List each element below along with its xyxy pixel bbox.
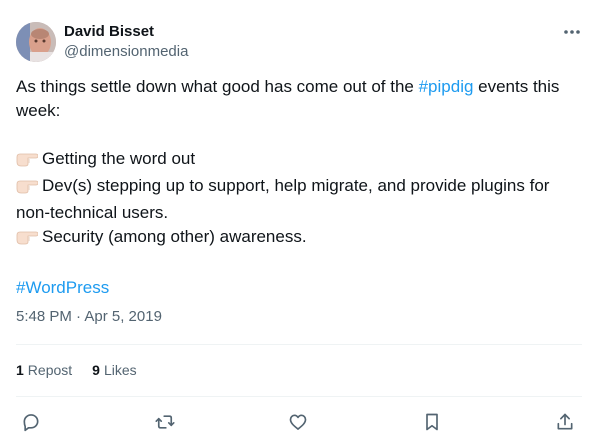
pointing-hand-icon	[16, 177, 39, 201]
bullet-item: Getting the word out	[16, 147, 582, 174]
tweet-text: As things settle down what good has come…	[16, 75, 582, 300]
engagement-stats: 1 Repost 9 Likes	[16, 360, 157, 380]
reply-icon[interactable]	[18, 409, 44, 435]
bullet-text: Getting the word out	[42, 149, 196, 168]
action-bar	[16, 409, 582, 435]
bullet-text: Security (among other) awareness.	[42, 227, 307, 246]
bookmark-icon[interactable]	[419, 409, 445, 435]
like-icon[interactable]	[285, 409, 311, 435]
repost-icon[interactable]	[152, 409, 178, 435]
tweet-intro-text: As things settle down what good has come…	[16, 77, 419, 96]
divider	[16, 344, 582, 345]
avatar[interactable]	[16, 22, 56, 62]
more-options-icon[interactable]	[560, 22, 584, 42]
divider	[16, 396, 582, 397]
author-display-name[interactable]: David Bisset	[64, 22, 154, 42]
bullet-item: Dev(s) stepping up to support, help migr…	[16, 174, 582, 225]
likes-label: Likes	[103, 362, 137, 378]
hashtag-wordpress[interactable]: #WordPress	[16, 278, 109, 297]
timestamp[interactable]: 5:48 PM · Apr 5, 2019	[16, 307, 162, 327]
tweet-intro: As things settle down what good has come…	[16, 75, 582, 123]
bullet-text: Dev(s) stepping up to support, help migr…	[16, 176, 550, 222]
tweet-card: David Bisset @dimensionmedia As things s…	[0, 0, 598, 435]
author-handle[interactable]: @dimensionmedia	[64, 42, 188, 62]
reposts-stat[interactable]: 1 Repost	[16, 360, 72, 380]
share-icon[interactable]	[552, 409, 578, 435]
reposts-label: Repost	[27, 362, 73, 378]
reposts-count: 1	[16, 362, 24, 378]
hashtag-pipdig[interactable]: #pipdig	[419, 77, 474, 96]
pointing-hand-icon	[16, 150, 39, 174]
pointing-hand-icon	[16, 228, 39, 252]
likes-count: 9	[92, 362, 100, 378]
bullet-item: Security (among other) awareness.	[16, 225, 582, 252]
likes-stat[interactable]: 9 Likes	[92, 360, 136, 380]
